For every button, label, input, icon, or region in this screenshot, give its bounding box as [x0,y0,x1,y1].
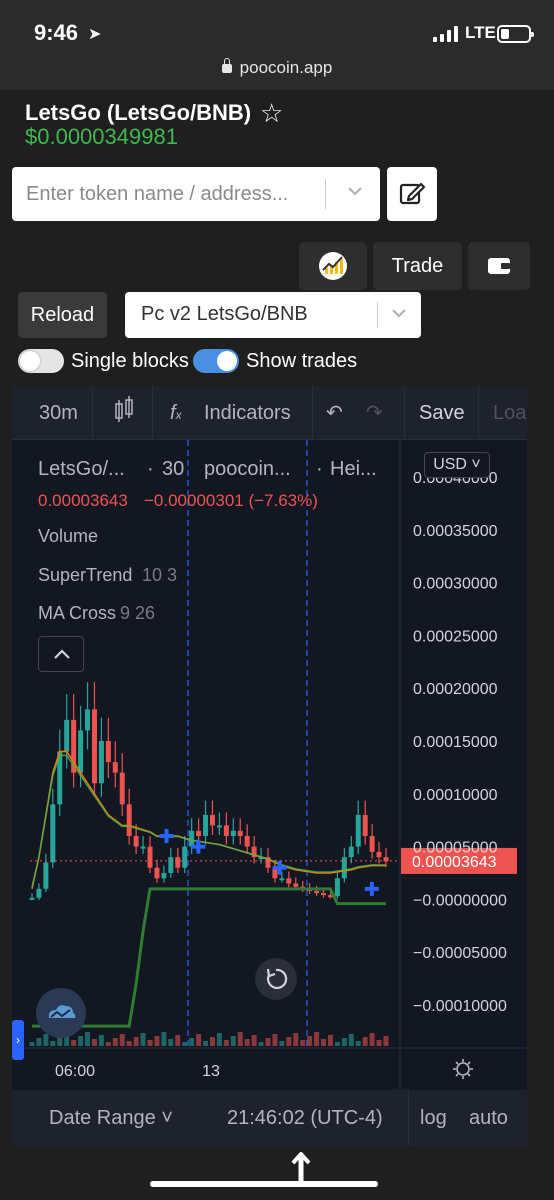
candle-style-icon[interactable] [112,386,136,440]
indicators-button[interactable]: Indicators [204,386,291,440]
trade-button[interactable]: Trade [373,242,462,290]
edit-button[interactable] [387,167,437,221]
chart-settings-gear-icon[interactable] [452,1058,474,1080]
pair-select-value: Pc v2 LetsGo/BNB [141,303,308,325]
chart-toolbar: 30m fx Indicators ↶ ↷ Save Loa [12,386,527,440]
token-title: LetsGo (LetsGo/BNB) [25,100,252,125]
chart-view-button[interactable] [299,242,367,290]
legend-supertrend[interactable]: SuperTrend [38,565,132,586]
legend-symbol: LetsGo/... [38,458,125,480]
status-bar: 9:46 ➤ LTE poocoin.app [0,0,554,90]
tradingview-logo[interactable] [36,988,86,1038]
legend-interval: 30 [162,458,185,480]
edit-icon [399,182,426,205]
undo-icon[interactable]: ↶ [326,386,343,440]
search-input[interactable] [26,177,316,211]
currency-button[interactable]: USD ˅ [424,452,490,478]
log-scale-button[interactable]: log [420,1090,447,1146]
home-indicator [150,1181,378,1187]
date-range-button[interactable]: Date Range ˅ [49,1090,173,1146]
location-arrow-icon: ➤ [88,26,102,43]
currency-label: USD [433,456,467,473]
token-search[interactable] [12,167,380,221]
legend-ma-cross[interactable]: MA Cross [38,603,116,624]
single-blocks-toggle[interactable] [18,349,64,373]
status-time: 9:46 [34,20,79,45]
wallet-button[interactable] [468,242,530,290]
network-type: LTE [465,23,496,42]
single-blocks-label: Single blocks [71,350,189,372]
collapse-legend-button[interactable] [38,636,84,672]
wallet-icon [488,258,510,274]
side-panel-tab[interactable]: › [12,1020,24,1060]
legend-change: −0.00000301 (−7.63%) [144,491,318,510]
favorite-star-icon[interactable]: ☆ [260,100,283,126]
chevron-up-icon [54,649,70,659]
token-price: $0.0000349981 [25,124,178,149]
chevron-down-icon[interactable] [345,181,365,206]
legend-separator: · [147,458,154,480]
show-trades-toggle[interactable] [193,349,239,373]
battery-icon [497,25,534,43]
pair-select[interactable]: Pc v2 LetsGo/BNB [125,292,421,338]
reload-button[interactable]: Reload [18,292,107,338]
reset-chart-button[interactable] [255,958,297,1000]
auto-scale-button[interactable]: auto [469,1090,508,1146]
legend-last-value: 0.00003643 [38,491,128,510]
search-divider [325,179,326,209]
legend-exchange: poocoin... [204,458,291,480]
redo-icon[interactable]: ↷ [366,386,383,440]
legend-volume[interactable]: Volume [38,526,98,547]
fx-icon[interactable]: fx [170,386,182,440]
cellular-signal-icon [433,26,459,42]
reset-icon [266,968,288,989]
interval-button[interactable]: 30m [39,386,78,440]
lock-icon [221,58,232,73]
save-button[interactable]: Save [419,386,465,440]
legend-ma-cross-params: 9 26 [120,603,156,623]
legend-separator: · [316,458,323,480]
pair-select-divider [377,302,378,328]
tradingview-cloud-icon [48,1005,76,1018]
legend-supertrend-params: 10 3 [142,565,178,585]
chart-logo-icon [319,252,347,280]
legend-chart-style: Hei... [330,458,377,480]
chevron-down-icon[interactable] [389,303,409,328]
load-button[interactable]: Loa [493,386,526,440]
address-bar[interactable]: poocoin.app [0,58,554,78]
address-url: poocoin.app [239,58,333,77]
chart-bottom-bar: Date Range ˅ 21:46:02 (UTC-4) log auto [12,1090,527,1146]
show-trades-label: Show trades [246,350,358,372]
chart-clock: 21:46:02 (UTC-4) [227,1107,383,1129]
